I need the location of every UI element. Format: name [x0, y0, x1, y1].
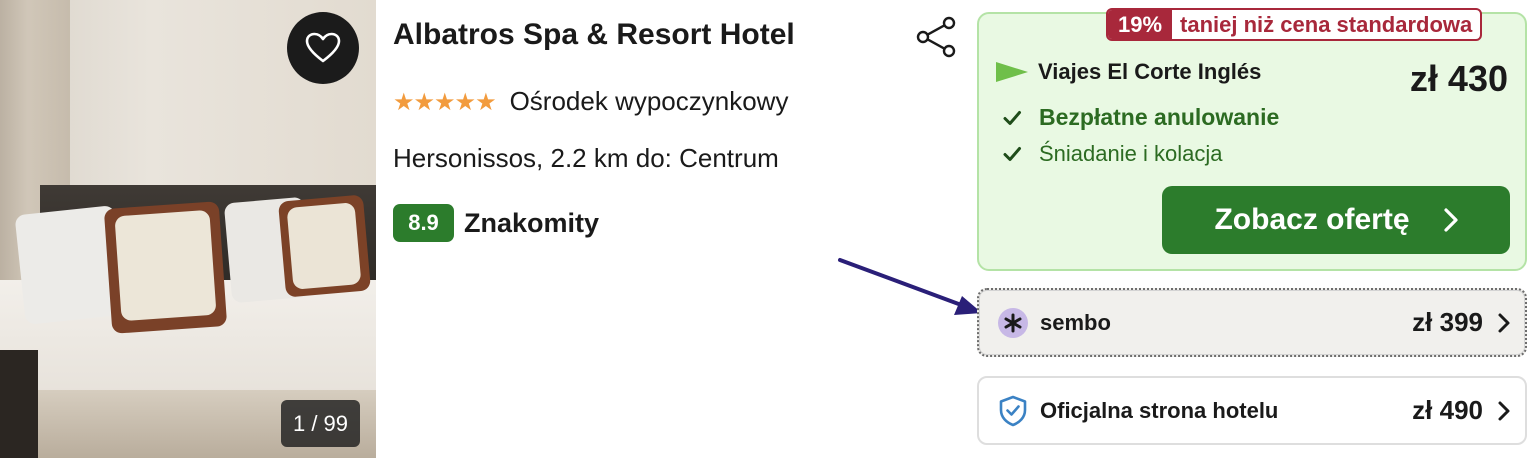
offer-provider-name: Oficjalna strona hotelu	[1040, 397, 1279, 423]
chevron-right-icon	[1443, 208, 1458, 232]
deal-provider: Viajes El Corte Inglés	[996, 59, 1261, 85]
offer-provider-name: sembo	[1040, 309, 1111, 335]
review-score-label: Znakomity	[464, 207, 600, 238]
discount-text: taniej niż cena standardowa	[1180, 11, 1473, 37]
shield-check-icon	[998, 395, 1028, 426]
heart-outline-icon	[305, 32, 341, 63]
share-icon[interactable]	[914, 16, 958, 58]
check-icon	[1003, 147, 1021, 161]
offer-price: zł 490	[1412, 395, 1483, 425]
provider-flag-icon	[996, 62, 1028, 82]
photo-pillow	[114, 209, 217, 322]
review-score-badge: 8.9	[393, 204, 454, 242]
rating-row: ★★★★★ Ośrodek wypoczynkowy	[393, 86, 788, 117]
review-summary[interactable]: 8.9 Znakomity	[393, 204, 599, 242]
feature-label: Śniadanie i kolacja	[1039, 141, 1223, 166]
sembo-logo-icon	[998, 307, 1028, 338]
hotel-photo[interactable]: 1 / 99	[0, 0, 376, 458]
deal-price: zł 430	[1409, 58, 1508, 99]
view-deal-button[interactable]: Zobacz ofertę	[1162, 186, 1510, 254]
hotel-location: Hersonissos, 2.2 km do: Centrum	[393, 143, 779, 173]
accommodation-type: Ośrodek wypoczynkowy	[509, 86, 789, 116]
discount-percent: 19%	[1108, 10, 1173, 39]
view-deal-label: Zobacz ofertę	[1214, 203, 1410, 236]
favorite-button[interactable]	[287, 12, 359, 84]
check-icon	[1003, 110, 1021, 125]
deal-provider-name: Viajes El Corte Inglés	[1038, 59, 1262, 84]
hotel-name[interactable]: Albatros Spa & Resort Hotel	[393, 18, 795, 52]
photo-pillow	[286, 202, 362, 290]
chevron-right-icon	[1498, 313, 1510, 332]
chevron-right-icon	[1498, 401, 1510, 420]
discount-badge: 19% taniej niż cena standardowa	[1106, 8, 1483, 41]
star-rating: ★★★★★	[393, 87, 497, 116]
offer-row-sembo[interactable]: sembo zł 399	[977, 288, 1527, 357]
feature-label: Bezpłatne anulowanie	[1039, 104, 1280, 130]
offer-price: zł 399	[1412, 307, 1483, 337]
feature-free-cancellation: Bezpłatne anulowanie	[1002, 104, 1279, 131]
annotation-arrow-icon	[838, 258, 982, 315]
photo-nightstand	[0, 350, 38, 458]
feature-meals: Śniadanie i kolacja	[1002, 141, 1222, 167]
offer-row-official-site[interactable]: Oficjalna strona hotelu zł 490	[977, 376, 1527, 445]
photo-counter: 1 / 99	[281, 400, 360, 447]
